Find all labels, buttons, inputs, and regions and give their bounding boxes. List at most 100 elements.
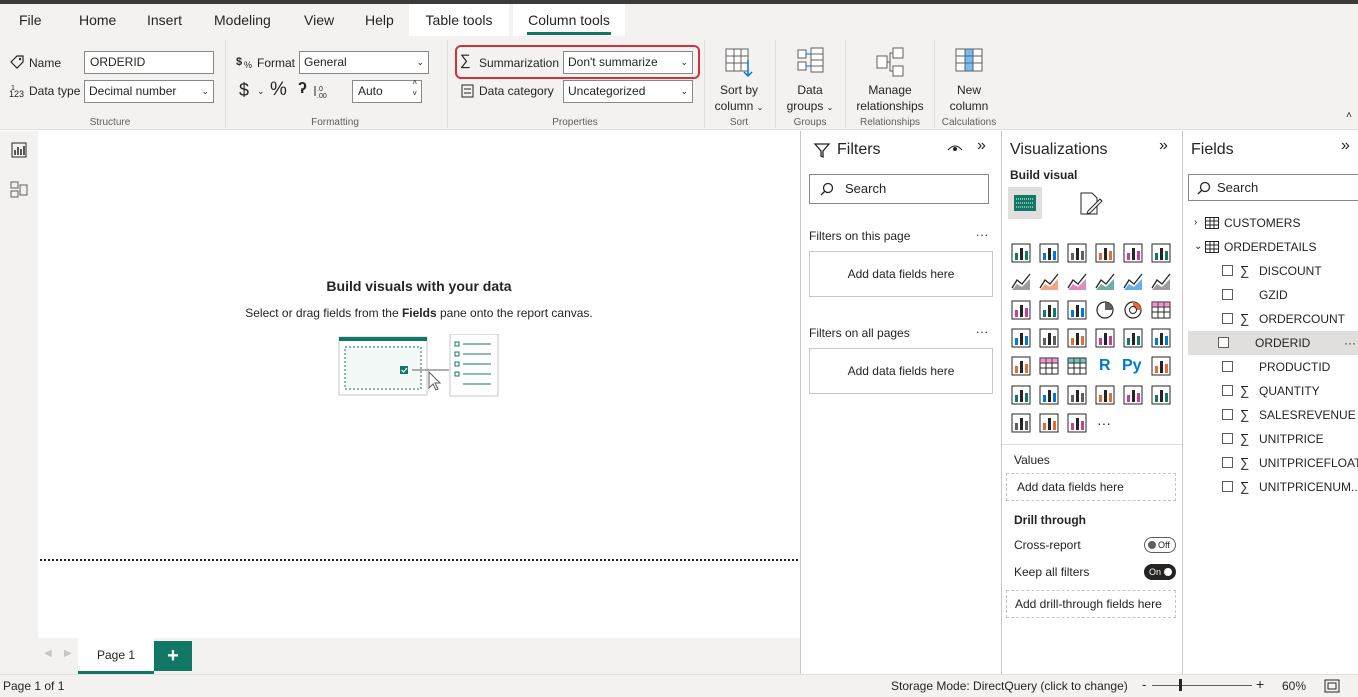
table-orderdetails[interactable]: ⌄ ORDERDETAILS bbox=[1190, 235, 1358, 259]
filters-search-input[interactable]: Search bbox=[809, 174, 989, 204]
field-orderid[interactable]: ORDERID ··· bbox=[1188, 331, 1358, 355]
sort-by-column-button[interactable]: Sort by column ⌄ bbox=[709, 46, 769, 116]
menu-view[interactable]: View bbox=[304, 4, 334, 36]
power-automate-icon[interactable] bbox=[1038, 412, 1060, 434]
key-influencers-icon[interactable] bbox=[1150, 355, 1172, 377]
card-icon[interactable] bbox=[1094, 327, 1116, 349]
zoom-out-button[interactable]: - bbox=[1142, 677, 1146, 692]
prev-page-icon[interactable]: ◀ bbox=[44, 648, 52, 659]
tab-table-tools[interactable]: Table tools bbox=[409, 4, 509, 36]
field-checkbox[interactable] bbox=[1222, 313, 1233, 324]
qa-icon[interactable] bbox=[1038, 384, 1060, 406]
build-visual-tab[interactable] bbox=[1008, 187, 1042, 219]
filled-map-icon[interactable] bbox=[1038, 327, 1060, 349]
menu-insert[interactable]: Insert bbox=[147, 4, 182, 36]
chevron-down-icon[interactable]: ⌄ bbox=[257, 86, 265, 97]
stacked-area-icon[interactable] bbox=[1066, 270, 1088, 292]
r-visual-icon[interactable]: R bbox=[1094, 355, 1116, 377]
chevron-right-icon[interactable]: › bbox=[1194, 211, 1197, 235]
gauge-icon[interactable] bbox=[1066, 327, 1088, 349]
field-checkbox[interactable] bbox=[1222, 433, 1233, 444]
clustered-column-icon[interactable] bbox=[1094, 242, 1116, 264]
eye-icon[interactable] bbox=[947, 141, 963, 155]
fit-to-page-icon[interactable] bbox=[1324, 679, 1340, 693]
zoom-slider-thumb[interactable] bbox=[1179, 679, 1183, 691]
manage-relationships-button[interactable]: Manage relationships bbox=[850, 46, 930, 114]
line-clustered-icon[interactable] bbox=[1122, 270, 1144, 292]
report-view-icon[interactable] bbox=[10, 141, 28, 159]
zoom-slider[interactable] bbox=[1152, 685, 1252, 686]
scatter-icon[interactable] bbox=[1066, 299, 1088, 321]
comma-style-button[interactable]: ʔ bbox=[298, 80, 307, 98]
area-chart-icon[interactable] bbox=[1038, 270, 1060, 292]
decimal-places-input[interactable]: Auto ˄ ˅ bbox=[352, 78, 422, 103]
spinner-up-icon[interactable]: ˄ bbox=[412, 78, 417, 88]
all-pages-filters-dropzone[interactable]: Add data fields here bbox=[809, 348, 993, 394]
field-unitpricenum[interactable]: ∑ UNITPRICENUM... bbox=[1190, 475, 1358, 499]
kpi-icon[interactable] bbox=[1150, 327, 1172, 349]
add-page-button[interactable]: + bbox=[154, 641, 192, 671]
menu-help[interactable]: Help bbox=[365, 4, 394, 36]
field-checkbox[interactable] bbox=[1222, 289, 1233, 300]
slicer-icon[interactable] bbox=[1010, 355, 1032, 377]
narrative-icon[interactable] bbox=[1066, 384, 1088, 406]
menu-modeling[interactable]: Modeling bbox=[214, 4, 271, 36]
multirow-card-icon[interactable] bbox=[1122, 327, 1144, 349]
data-type-dropdown[interactable]: Decimal number ⌄ bbox=[84, 80, 214, 103]
data-category-dropdown[interactable]: Uncategorized ⌄ bbox=[563, 80, 693, 103]
more-options-icon[interactable]: ... bbox=[976, 225, 989, 239]
ribbon-chart-icon[interactable] bbox=[1150, 270, 1172, 292]
menu-file[interactable]: File bbox=[19, 4, 42, 36]
cross-report-toggle[interactable]: Off bbox=[1144, 537, 1176, 553]
field-checkbox[interactable] bbox=[1222, 361, 1233, 372]
more-options-icon[interactable]: ... bbox=[976, 322, 989, 336]
zoom-in-button[interactable]: + bbox=[1256, 676, 1264, 692]
stacked-bar-icon[interactable] bbox=[1010, 242, 1032, 264]
field-checkbox[interactable] bbox=[1222, 265, 1233, 276]
field-unitpricefloat[interactable]: ∑ UNITPRICEFLOAT bbox=[1190, 451, 1358, 475]
pie-icon[interactable] bbox=[1094, 299, 1116, 321]
column-name-input[interactable]: ORDERID bbox=[84, 51, 214, 74]
line-column-icon[interactable] bbox=[1094, 270, 1116, 292]
collapse-filters-icon[interactable]: » bbox=[977, 137, 986, 155]
summarization-dropdown[interactable]: Don't summarize ⌄ bbox=[563, 51, 693, 74]
python-visual-icon[interactable]: Py bbox=[1122, 355, 1144, 377]
field-checkbox[interactable] bbox=[1218, 337, 1229, 348]
menu-home[interactable]: Home bbox=[79, 4, 116, 36]
treemap-icon[interactable] bbox=[1150, 299, 1172, 321]
currency-button[interactable]: $ bbox=[239, 80, 249, 101]
goals-icon[interactable] bbox=[1094, 384, 1116, 406]
more-visuals-icon[interactable]: ··· bbox=[1094, 412, 1116, 434]
drill-through-dropzone[interactable]: Add drill-through fields here bbox=[1006, 590, 1176, 618]
map-icon[interactable] bbox=[1010, 327, 1032, 349]
next-page-icon[interactable]: ▶ bbox=[64, 648, 72, 659]
field-checkbox[interactable] bbox=[1222, 385, 1233, 396]
field-productid[interactable]: PRODUCTID bbox=[1190, 355, 1358, 379]
arcgis-icon[interactable] bbox=[1150, 384, 1172, 406]
field-ordercount[interactable]: ∑ ORDERCOUNT bbox=[1190, 307, 1358, 331]
funnel-icon[interactable] bbox=[1038, 299, 1060, 321]
field-gzid[interactable]: GZID bbox=[1190, 283, 1358, 307]
line-chart-icon[interactable] bbox=[1010, 270, 1032, 292]
power-apps-icon[interactable] bbox=[1010, 412, 1032, 434]
values-dropzone[interactable]: Add data fields here bbox=[1006, 473, 1176, 501]
clustered-bar-icon[interactable] bbox=[1066, 242, 1088, 264]
chevron-down-icon[interactable]: ⌄ bbox=[1194, 235, 1202, 259]
fields-search-input[interactable]: Search bbox=[1188, 174, 1358, 201]
field-quantity[interactable]: ∑ QUANTITY bbox=[1190, 379, 1358, 403]
stacked-column-icon[interactable] bbox=[1038, 242, 1060, 264]
keep-filters-toggle[interactable]: On bbox=[1144, 564, 1176, 580]
field-discount[interactable]: ∑ DISCOUNT bbox=[1190, 259, 1358, 283]
field-unitprice[interactable]: ∑ UNITPRICE bbox=[1190, 427, 1358, 451]
report-canvas[interactable]: Build visuals with your data Select or d… bbox=[38, 131, 800, 638]
page-filters-dropzone[interactable]: Add data fields here bbox=[809, 251, 993, 297]
field-checkbox[interactable] bbox=[1222, 481, 1233, 492]
more-options-icon[interactable]: ··· bbox=[1344, 331, 1356, 355]
collapse-ribbon-icon[interactable]: ˄ bbox=[1346, 110, 1352, 121]
table-icon[interactable] bbox=[1038, 355, 1060, 377]
collapse-visualizations-icon[interactable]: » bbox=[1159, 137, 1168, 155]
format-dropdown[interactable]: General ⌄ bbox=[299, 51, 429, 74]
data-groups-button[interactable]: Data groups ⌄ bbox=[780, 46, 840, 116]
donut-icon[interactable] bbox=[1122, 299, 1144, 321]
spinner-down-icon[interactable]: ˅ bbox=[412, 89, 417, 99]
